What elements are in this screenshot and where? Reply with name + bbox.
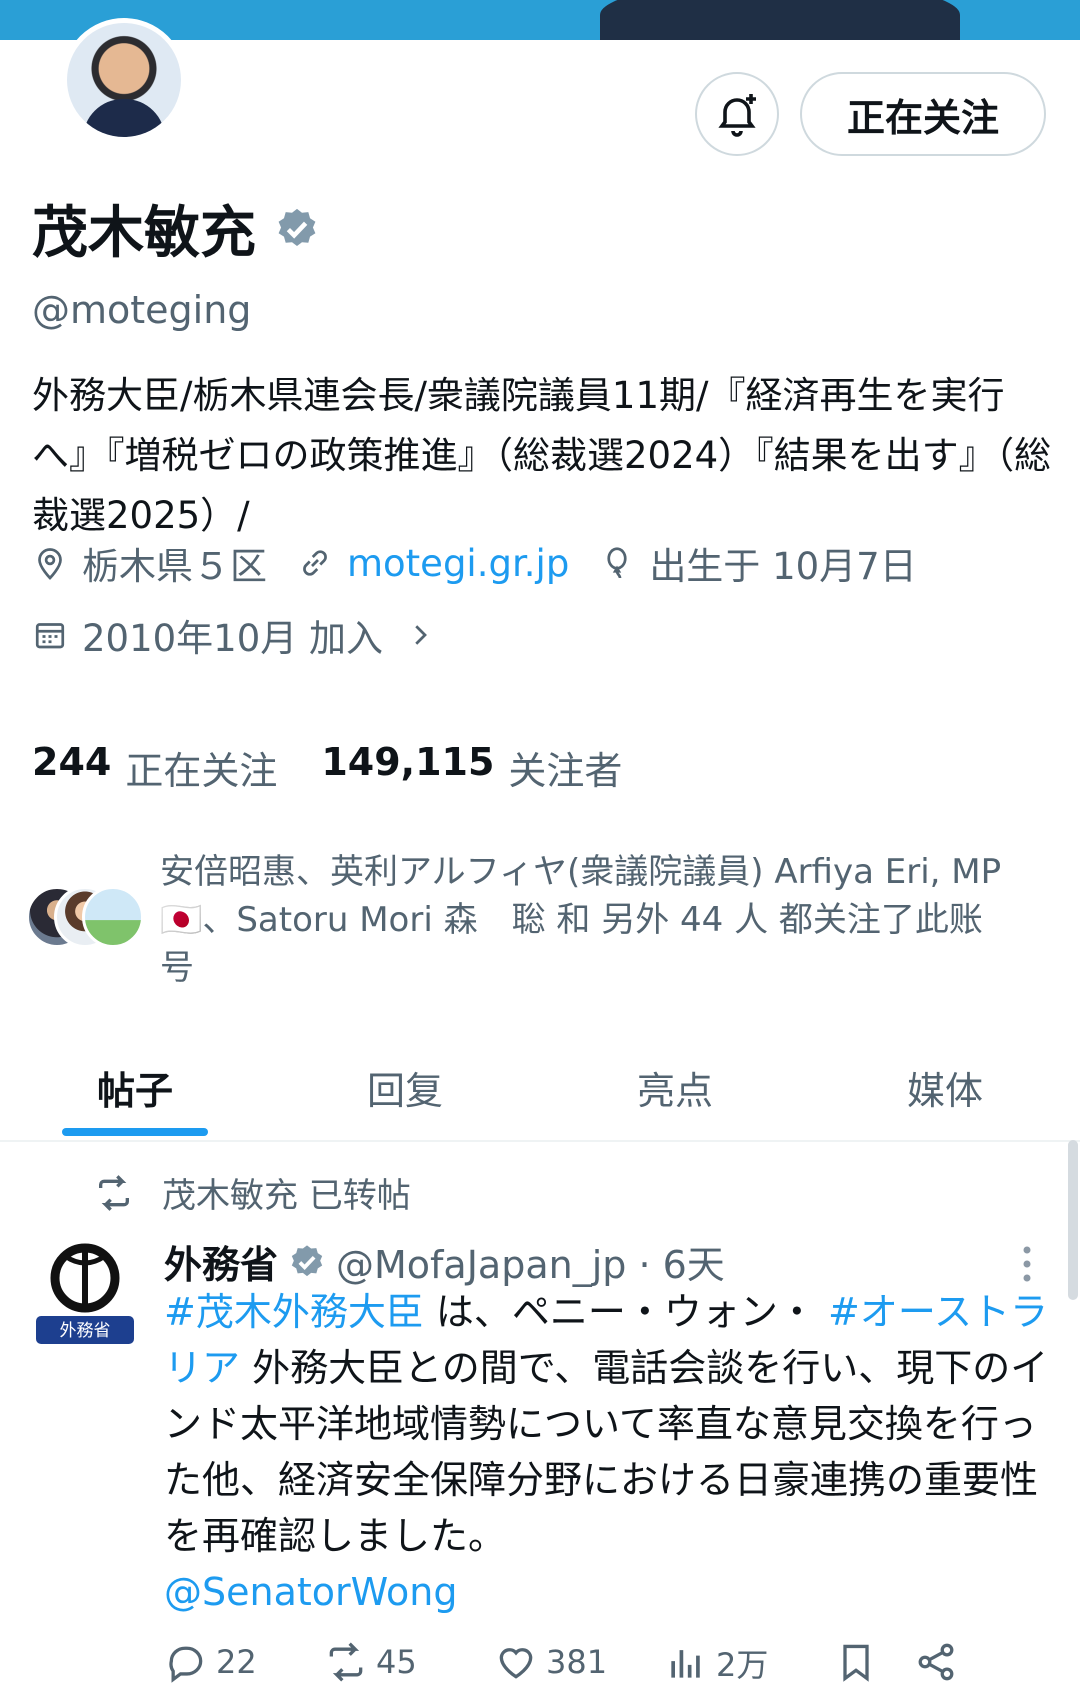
followers-count: 149,115 <box>321 740 495 784</box>
following-button[interactable]: 正在关注 <box>800 72 1046 156</box>
follower-avatar <box>82 886 144 948</box>
profile-name: 茂木敏充 <box>32 201 256 266</box>
post-actions: 22 45 381 2万 <box>164 1640 1044 1690</box>
bookmark-icon <box>843 1644 869 1682</box>
avatar-image <box>83 99 165 137</box>
logo-text: 外務省 <box>60 1321 111 1341</box>
reply-button[interactable]: 22 <box>164 1640 257 1684</box>
mofa-logo-icon[interactable]: 外務省 <box>32 1236 138 1346</box>
verified-badge-icon <box>291 1244 323 1276</box>
profile-location: 栃木県５区 <box>32 536 267 590</box>
profile-handle: @moteging <box>32 288 252 332</box>
share-button[interactable] <box>914 1640 966 1684</box>
bell-plus-icon <box>718 94 756 137</box>
following-count-link[interactable]: 244 正在关注 <box>32 740 321 795</box>
more-options-icon[interactable] <box>1020 1244 1034 1284</box>
location-pin-icon <box>38 548 62 580</box>
post-author-handle[interactable]: @MofaJapan_jp · 6天 <box>336 1234 725 1289</box>
profile-tabs: 帖子 回复 亮点 媒体 <box>0 1040 1080 1142</box>
views-button[interactable]: 2万 <box>664 1640 768 1686</box>
chevron-right-icon <box>415 625 427 645</box>
reply-icon <box>169 1646 203 1683</box>
calendar-icon <box>35 623 65 649</box>
followed-by-avatars[interactable] <box>26 886 146 950</box>
following-count: 244 <box>32 740 112 784</box>
tab-posts[interactable]: 帖子 <box>0 1040 270 1140</box>
balloon-icon <box>607 547 627 579</box>
scrollbar[interactable] <box>1068 1140 1078 1300</box>
tab-replies[interactable]: 回复 <box>270 1040 540 1140</box>
profile-website-link[interactable]: motegi.gr.jp <box>297 542 569 585</box>
bookmark-button[interactable] <box>834 1640 886 1684</box>
link-icon <box>303 550 327 576</box>
post-author-name[interactable]: 外務省 <box>164 1234 278 1289</box>
hashtag-link[interactable]: #茂木外務大臣 <box>164 1290 424 1334</box>
repost-context[interactable]: 茂木敏充 已转帖 <box>94 1168 411 1217</box>
repost-button[interactable]: 45 <box>324 1640 417 1684</box>
repost-icon <box>99 1174 129 1211</box>
profile-bio: 外務大臣/栃木県連会長/衆議院議員11期/『経済再生を実行へ』『増税ゼロの政策推… <box>32 374 1052 537</box>
tab-media[interactable]: 媒体 <box>810 1040 1080 1140</box>
like-button[interactable]: 381 <box>494 1640 607 1684</box>
tab-highlights[interactable]: 亮点 <box>540 1040 810 1140</box>
followers-count-link[interactable]: 149,115 关注者 <box>321 740 666 795</box>
profile-birthday: 出生于 10月7日 <box>599 536 917 590</box>
followers-label: 关注者 <box>508 749 623 793</box>
active-tab-indicator <box>62 1128 208 1136</box>
mention-link[interactable]: @SenatorWong <box>164 1570 457 1614</box>
heart-icon <box>499 1648 533 1679</box>
repost-icon <box>329 1642 363 1682</box>
banner-image <box>600 0 960 40</box>
post-text[interactable]: #茂木外務大臣 は、ペニー・ウォン・ #オーストラリア 外務大臣との間で、電話会… <box>164 1284 1054 1620</box>
share-icon <box>918 1643 954 1681</box>
profile-joined[interactable]: 2010年10月 加入 <box>32 608 449 662</box>
notification-bell-button[interactable] <box>695 72 779 156</box>
verified-badge-icon <box>278 208 316 246</box>
analytics-icon <box>671 1650 700 1678</box>
followed-by-text[interactable]: 安倍昭惠、英利アルフィヤ(衆議院議員) Arfiya Eri, MP 🇯🇵、Sa… <box>160 848 1060 992</box>
profile-avatar[interactable] <box>62 18 186 142</box>
following-label: 正在关注 <box>125 749 278 793</box>
